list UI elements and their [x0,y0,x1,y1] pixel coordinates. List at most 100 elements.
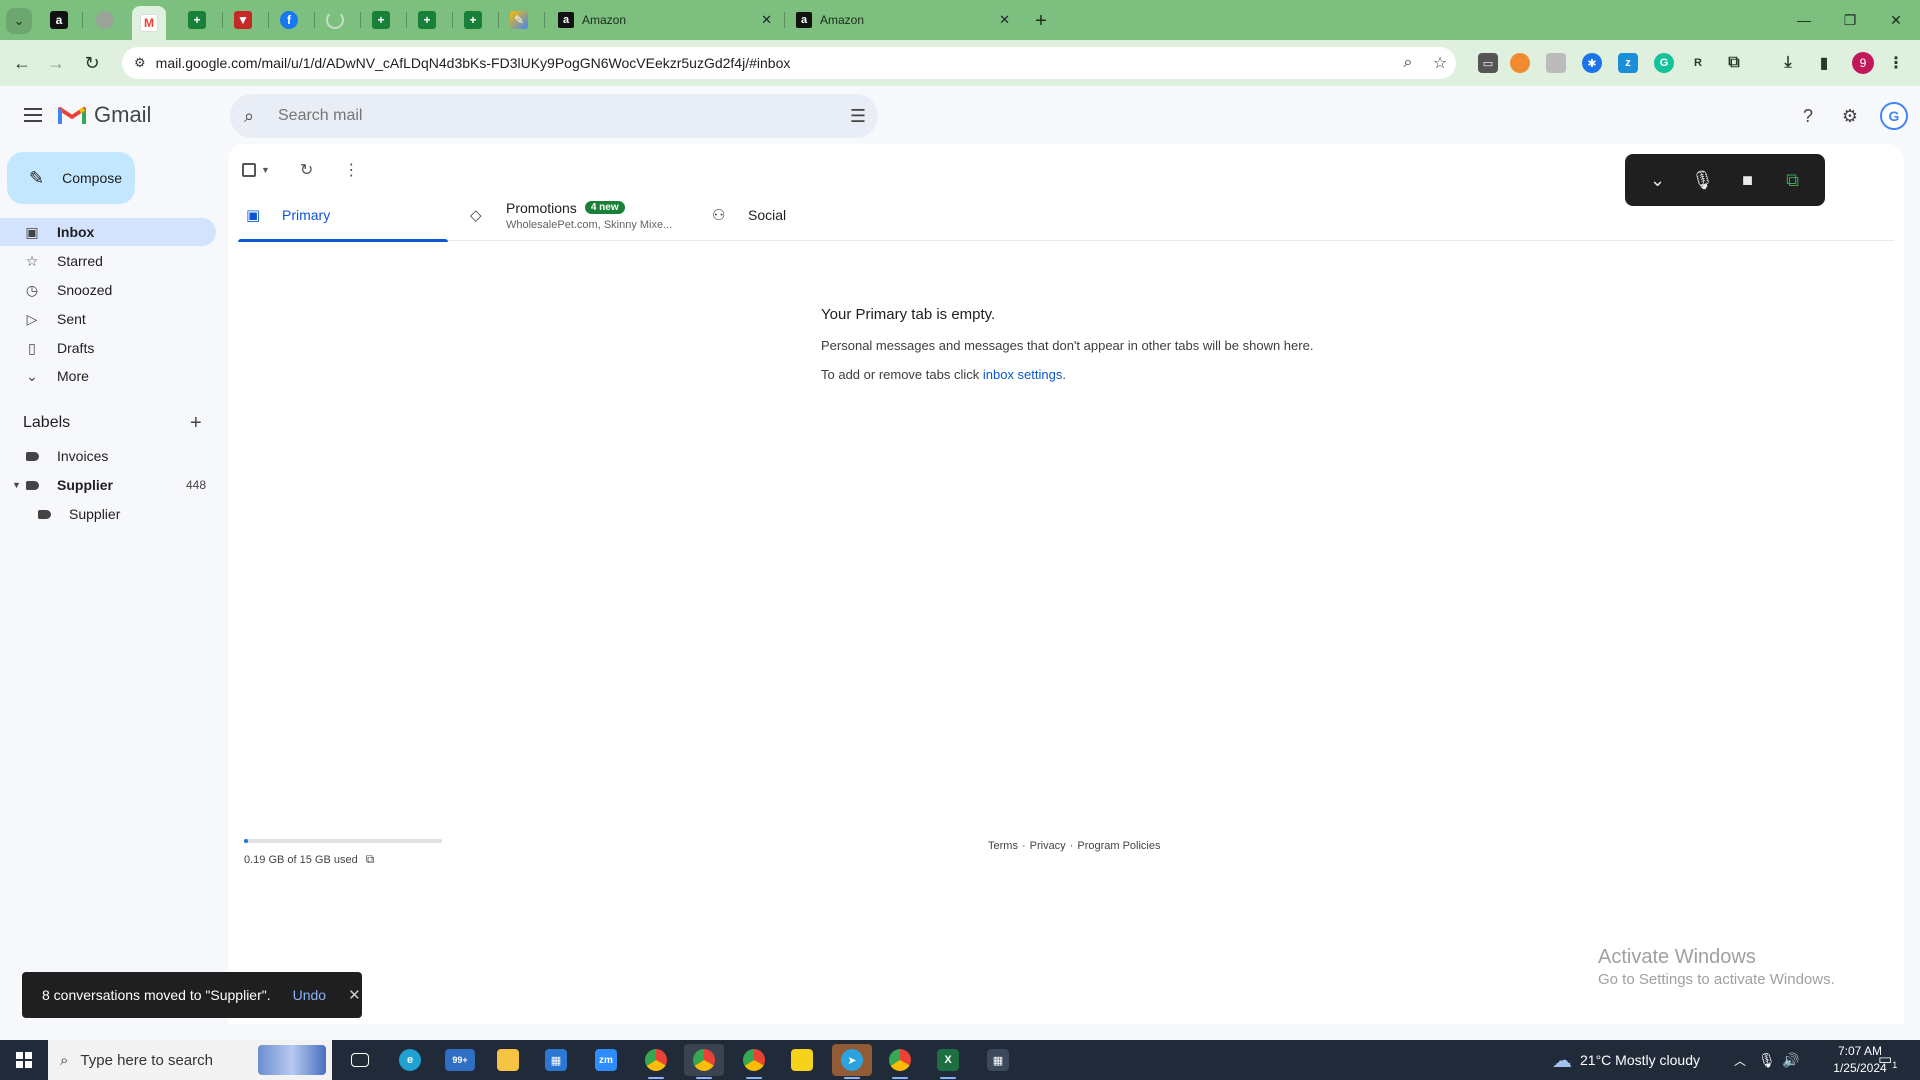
settings-gear-icon[interactable]: ⚙ [1836,102,1864,130]
notification-center-icon[interactable]: ▭1 [1878,1050,1897,1070]
taskbar-sticky-notes[interactable] [782,1044,822,1076]
taskbar-excel[interactable]: X [928,1044,968,1079]
tab-amazon-1[interactable]: a Amazon ✕ [548,6,782,34]
nav-item-snoozed[interactable]: ◷ Snoozed [0,276,216,304]
main-menu-icon[interactable] [18,100,48,130]
pinned-tab-sheets-1[interactable]: + [180,6,214,34]
tab-amazon-2[interactable]: a Amazon ✕ [786,6,1020,34]
zoom-icon[interactable]: ⌕ [1392,54,1424,72]
extensions-puzzle-icon[interactable]: ⧉ [1724,53,1744,73]
site-info-icon[interactable]: ⚙ [134,55,146,71]
tab-search-button[interactable]: ⌄ [6,8,32,34]
browser-profile-avatar[interactable]: 9 [1852,52,1874,74]
gmail-logo[interactable]: Gmail [58,102,151,128]
address-bar[interactable]: ⚙ mail.google.com/mail/u/1/d/ADwNV_cAfLD… [122,47,1456,79]
tray-chevron-icon[interactable]: ︿ [1734,1040,1746,1080]
taskbar-telegram[interactable]: ➤ [832,1044,872,1079]
bookmark-star-icon[interactable]: ☆ [1424,53,1456,73]
nav-item-more[interactable]: ⌄ More [0,362,216,390]
nav-item-inbox[interactable]: ▣ Inbox [0,218,216,246]
extension-zm-icon[interactable]: z [1618,53,1638,73]
close-icon[interactable]: ✕ [348,986,361,1004]
compose-button[interactable]: ✎ Compose [7,152,135,204]
inbox-settings-link[interactable]: inbox settings [983,367,1063,382]
account-avatar[interactable]: G [1880,102,1908,130]
taskbar-file-explorer[interactable] [488,1044,528,1076]
taskbar-chrome-1[interactable] [636,1044,676,1079]
expand-caret-icon[interactable]: ▼ [12,480,21,490]
taskbar-mail[interactable]: 99+ [440,1044,480,1076]
new-tab-button[interactable]: + [1028,8,1054,34]
side-panel-icon[interactable]: ▮ [1814,53,1834,73]
start-button[interactable] [0,1040,48,1080]
select-dropdown-icon[interactable]: ▼ [261,165,270,175]
pop-out-icon[interactable]: ⧉ [1779,170,1807,191]
pinned-tab-facebook[interactable]: f [272,6,306,34]
privacy-link[interactable]: Privacy [1030,840,1066,852]
download-icon[interactable]: ⤓ [1778,53,1798,73]
taskbar-chrome-3[interactable] [734,1044,774,1079]
taskbar-chrome-4[interactable] [880,1044,920,1079]
search-bar[interactable]: ⌕ ☰ [230,94,878,138]
unread-count: 448 [185,478,206,492]
pinned-tab-sheets-2[interactable]: + [364,6,398,34]
pinned-tab-pen[interactable]: ✎ [502,6,536,34]
forward-button[interactable]: → [42,49,70,77]
taskbar-edge[interactable]: e [390,1044,430,1076]
search-options-icon[interactable]: ☰ [838,106,878,127]
taskbar-zoom[interactable]: zm [586,1044,626,1076]
tab-primary[interactable]: ▣ Primary [238,189,448,242]
pinned-tab-sheets-4[interactable]: + [456,6,490,34]
mic-off-icon[interactable]: 🎙 [1689,170,1717,191]
create-label-icon[interactable]: + [190,412,202,435]
pinned-tab-amazon[interactable]: a [42,6,76,34]
pinned-tab-sheets-3[interactable]: + [410,6,444,34]
search-icon[interactable]: ⌕ [244,106,266,127]
taskbar-calculator[interactable]: ▦ [978,1044,1018,1076]
tab-social[interactable]: ⚇ Social [704,189,914,241]
extension-image-icon[interactable] [1546,53,1566,73]
undo-button[interactable]: Undo [293,987,326,1003]
search-input[interactable] [278,107,838,125]
extension-off-icon[interactable]: ▭ [1478,53,1498,73]
nav-item-starred[interactable]: ☆ Starred [0,247,216,275]
external-link-icon[interactable]: ⧉ [366,852,375,867]
restore-button[interactable]: ❐ [1828,6,1872,34]
extension-orange-icon[interactable] [1510,53,1530,73]
more-options-icon[interactable]: ⋮ [343,160,359,180]
nav-item-drafts[interactable]: ▯ Drafts [0,334,216,362]
weather-widget[interactable]: ☁ 21°C Mostly cloudy [1552,1040,1700,1080]
label-item-supplier-child[interactable]: Supplier [0,500,216,528]
label-item-supplier[interactable]: ▼ Supplier 448 [0,471,216,499]
close-tab-icon[interactable]: ✕ [761,12,772,28]
taskbar-search[interactable]: ⌕ Type here to search [48,1040,332,1080]
grammarly-icon[interactable]: G [1654,53,1674,73]
browser-menu-icon[interactable]: ⋮ [1886,53,1906,73]
tab-promotions[interactable]: ◇ Promotions 4 new WholesalePet.com, Ski… [462,189,692,241]
close-window-button[interactable]: ✕ [1874,6,1918,34]
microphone-icon[interactable]: 🎙 [1758,1040,1776,1080]
pinned-tab-red[interactable]: ▼ [226,6,260,34]
task-view-button[interactable] [340,1044,380,1076]
label-item-invoices[interactable]: Invoices [0,442,216,470]
reload-button[interactable]: ↻ [78,49,106,77]
extension-blue-icon[interactable]: ✱ [1582,53,1602,73]
close-tab-icon[interactable]: ✕ [999,12,1010,28]
select-all-checkbox[interactable] [242,163,256,177]
camera-icon[interactable]: ■ [1734,170,1762,191]
refresh-icon[interactable]: ↻ [300,160,313,180]
taskbar-store[interactable]: ▦ [536,1044,576,1076]
taskbar-chrome-2[interactable] [684,1044,724,1079]
pinned-tab-loading[interactable] [318,6,352,34]
minimize-button[interactable]: — [1782,6,1826,34]
back-button[interactable]: ← [8,49,36,77]
extension-rs-icon[interactable]: R [1688,53,1708,73]
collapse-chevron-icon[interactable]: ⌄ [1644,170,1672,191]
help-icon[interactable]: ? [1794,102,1822,130]
pinned-tab-generic[interactable] [88,6,122,34]
pinned-tab-gmail[interactable]: M [132,6,166,40]
nav-item-sent[interactable]: ▷ Sent [0,305,216,333]
terms-link[interactable]: Terms [988,840,1018,852]
volume-icon[interactable]: 🔊 [1782,1040,1799,1080]
program-policies-link[interactable]: Program Policies [1077,840,1160,852]
